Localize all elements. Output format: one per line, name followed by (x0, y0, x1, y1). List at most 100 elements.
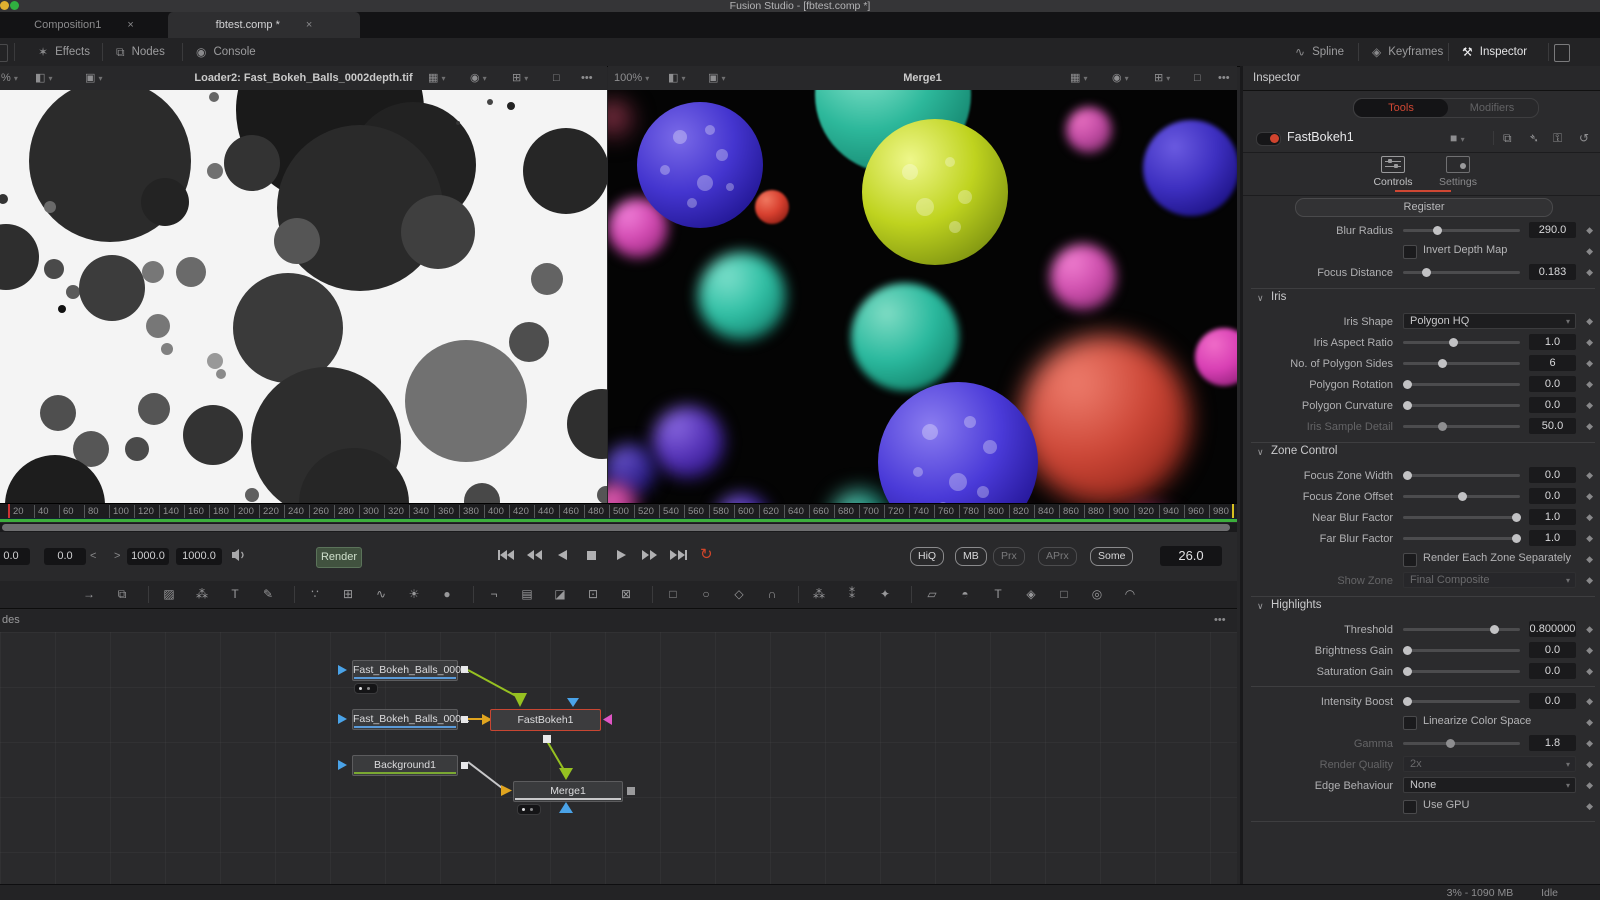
chip-prx[interactable]: Prx (993, 547, 1025, 566)
keyframe-icon[interactable]: ◆ (1586, 379, 1593, 390)
nodes-panel-menu-icon[interactable]: ••• (1214, 614, 1226, 626)
slider-thumb[interactable] (1438, 422, 1447, 431)
value-field[interactable]: 0.0 (1529, 397, 1576, 413)
register-button[interactable]: Register (1295, 198, 1553, 217)
value-field[interactable]: 0.0 (1529, 488, 1576, 504)
tool-icon-renderer3d[interactable]: ◠ (1119, 585, 1141, 604)
global-start-field[interactable]: 0.0 (0, 548, 30, 565)
tool-icon-pspawn[interactable]: ⁑ (841, 585, 863, 604)
keyframe-icon[interactable]: ◆ (1586, 666, 1593, 677)
viewer-options-icon[interactable]: ••• (1218, 70, 1230, 86)
tool-icon-mattecontrol[interactable]: ◪ (549, 585, 571, 604)
slider-track[interactable] (1403, 516, 1520, 519)
node-thumbnail-dots[interactable] (517, 804, 541, 815)
keyframe-icon[interactable]: ◆ (1586, 421, 1593, 432)
chip-hiq[interactable]: HiQ (910, 547, 944, 566)
tool-icon-pimageemitter[interactable]: ✦ (874, 585, 896, 604)
keyframe-icon[interactable]: ◆ (1586, 624, 1593, 635)
keyframe-icon[interactable]: ◆ (1586, 575, 1593, 586)
value-field[interactable]: 1.0 (1529, 509, 1576, 525)
tool-icon-particles[interactable]: ∵ (304, 585, 326, 604)
pin-icon[interactable]: ➴ (1529, 131, 1539, 145)
tool-icon-resize[interactable]: ⊡ (582, 585, 604, 604)
dropdown[interactable]: Final Composite▾ (1403, 572, 1576, 588)
slider-thumb[interactable] (1433, 226, 1442, 235)
keyframe-icon[interactable]: ◆ (1586, 780, 1593, 791)
checkbox[interactable] (1403, 800, 1417, 814)
chip-aprx[interactable]: APrx (1038, 547, 1077, 566)
stop-button[interactable] (583, 549, 603, 563)
slider-thumb[interactable] (1446, 739, 1455, 748)
skip-start-button[interactable] (496, 549, 516, 563)
tab-close-icon[interactable]: × (127, 19, 133, 31)
slider-thumb[interactable] (1438, 359, 1447, 368)
slider-thumb[interactable] (1403, 471, 1412, 480)
tool-icon-cube3d[interactable]: □ (1053, 585, 1075, 604)
slider-track[interactable] (1403, 495, 1520, 498)
loop-button[interactable]: ↻ (700, 545, 713, 563)
keyframe-icon[interactable]: ◆ (1586, 717, 1593, 728)
toolbar-button-effects[interactable]: ✶Effects (38, 38, 90, 66)
color-controls-icon[interactable]: ◉ ▾ (1112, 70, 1129, 87)
rewind-button[interactable] (525, 549, 545, 563)
next-frame-arrow[interactable]: > (114, 548, 120, 565)
keyframe-icon[interactable]: ◆ (1586, 267, 1593, 278)
value-field[interactable]: 0.0 (1529, 467, 1576, 483)
tool-icon-text-plus[interactable]: T (224, 585, 246, 604)
render-end-field[interactable]: 1000.0 (127, 548, 169, 565)
slider-track[interactable] (1403, 341, 1520, 344)
keyframe-icon[interactable]: ◆ (1586, 554, 1593, 565)
tool-icon-merge[interactable]: ▤ (516, 585, 538, 604)
keyframe-icon[interactable]: ◆ (1586, 400, 1593, 411)
node-merge1[interactable]: Merge1 (513, 781, 623, 802)
lut-icon[interactable]: ▦ ▾ (428, 70, 445, 87)
value-field[interactable]: 6 (1529, 355, 1576, 371)
tool-icon-ellipse-mask[interactable]: ○ (695, 585, 717, 604)
tab-close-icon[interactable]: × (306, 19, 312, 31)
slider-thumb[interactable] (1403, 667, 1412, 676)
node-fastbokeh1[interactable]: FastBokeh1 (490, 709, 601, 731)
slider-track[interactable] (1403, 670, 1520, 673)
tool-icon-macro[interactable]: ⧉ (111, 585, 133, 604)
keyframe-icon[interactable]: ◆ (1586, 759, 1593, 770)
tool-icon-blur[interactable]: ● (436, 585, 458, 604)
tool-icon-pemitter[interactable]: ⁂ (808, 585, 830, 604)
composition-tab[interactable]: Composition1× (0, 12, 168, 38)
node-enable-toggle[interactable] (1256, 132, 1281, 146)
toolbar-button-keyframes[interactable]: ◈Keyframes (1372, 38, 1443, 66)
slider-track[interactable] (1403, 628, 1520, 631)
timeline-scrollbar-thumb[interactable] (2, 524, 1230, 531)
timeline-scrollbar[interactable] (0, 523, 1237, 532)
tool-icon-transform[interactable]: ⊠ (615, 585, 637, 604)
tool-icon-fastnoise[interactable]: ⁂ (191, 585, 213, 604)
slider-thumb[interactable] (1490, 625, 1499, 634)
chip-some[interactable]: Some (1090, 547, 1133, 566)
copy-icon[interactable]: ⧉ (1503, 131, 1512, 146)
toolbar-button-console[interactable]: ◉Console (196, 38, 256, 66)
audio-icon[interactable] (231, 548, 247, 562)
keyframe-icon[interactable]: ◆ (1586, 470, 1593, 481)
slider-track[interactable] (1403, 649, 1520, 652)
reset-icon[interactable]: ↺ (1579, 131, 1589, 145)
slider-thumb[interactable] (1403, 646, 1412, 655)
tool-icon-cornerpositioner[interactable]: ¬ (483, 585, 505, 604)
keyframe-icon[interactable]: ◆ (1586, 316, 1593, 327)
prev-frame-arrow[interactable]: < (90, 548, 96, 565)
composition-tab[interactable]: fbtest.comp *× (168, 12, 360, 38)
value-field[interactable]: 0.0 (1529, 376, 1576, 392)
tool-icon-shape3d[interactable]: ◓ (954, 585, 976, 604)
keyframe-icon[interactable]: ◆ (1586, 337, 1593, 348)
value-field[interactable]: 0.183 (1529, 264, 1576, 280)
grid-icon[interactable]: ⊞ ▾ (1154, 70, 1170, 87)
value-field[interactable]: 0.0 (1529, 642, 1576, 658)
tool-icon-checkerboard[interactable]: ▨ (158, 585, 180, 604)
slider-track[interactable] (1403, 362, 1520, 365)
section-iris[interactable]: ∨Iris (1243, 283, 1600, 311)
dropdown[interactable]: 2x▾ (1403, 756, 1576, 772)
slider-track[interactable] (1403, 537, 1520, 540)
tool-icon-bspline-mask[interactable]: ∩ (761, 585, 783, 604)
keyframe-icon[interactable]: ◆ (1586, 738, 1593, 749)
node-background1[interactable]: Background1 (352, 755, 458, 776)
tools-tab[interactable]: Tools (1354, 99, 1448, 117)
slider-track[interactable] (1403, 700, 1520, 703)
